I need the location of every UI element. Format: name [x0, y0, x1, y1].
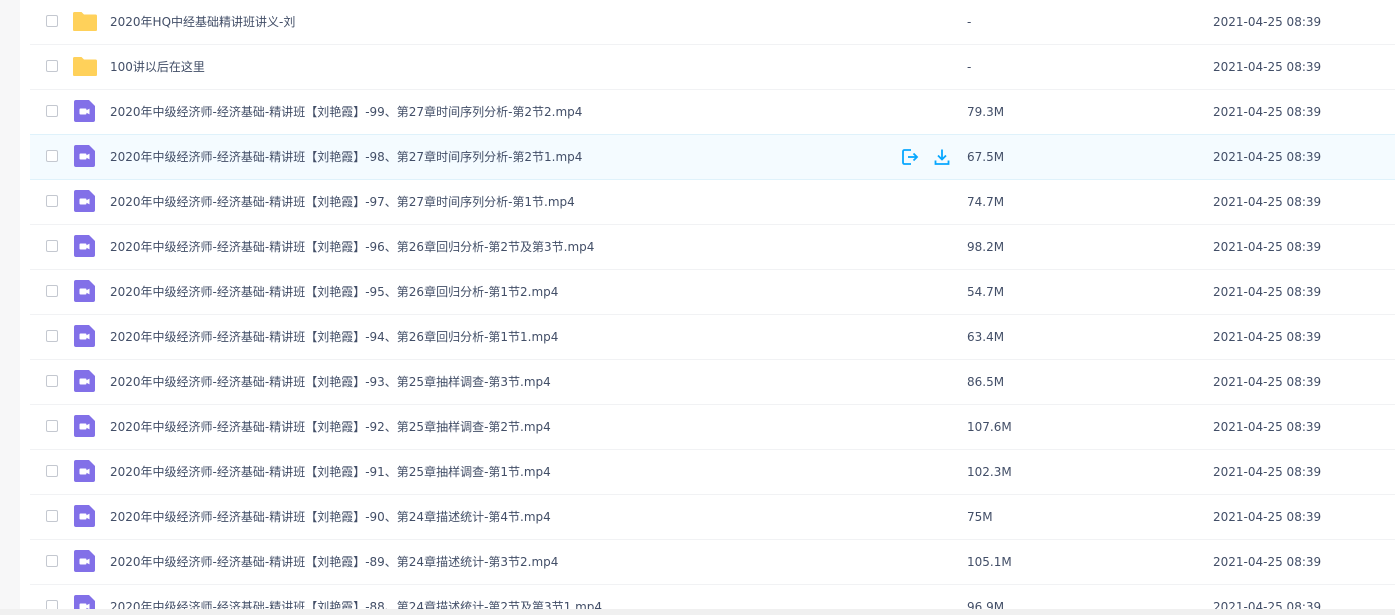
file-row[interactable]: 2020年中级经济师-经济基础-精讲班【刘艳霞】-92、第25章抽样调查-第2节… [30, 405, 1395, 450]
modified-date: 2021-04-25 08:39 [1213, 195, 1322, 209]
file-name-link[interactable]: 2020年中级经济师-经济基础-精讲班【刘艳霞】-94、第26章回归分析-第1节… [110, 315, 558, 359]
modified-date: 2021-04-25 08:39 [1213, 285, 1322, 299]
horizontal-scrollbar[interactable] [0, 609, 1395, 615]
modified-date: 2021-04-25 08:39 [1213, 60, 1322, 74]
file-name-link[interactable]: 2020年中级经济师-经济基础-精讲班【刘艳霞】-89、第24章描述统计-第3节… [110, 540, 558, 584]
row-checkbox[interactable] [46, 375, 58, 387]
file-name-link[interactable]: 2020年中级经济师-经济基础-精讲班【刘艳霞】-90、第24章描述统计-第4节… [110, 495, 551, 539]
file-row[interactable]: 2020年HQ中经基础精讲班讲义-刘 - 2021-04-25 08:39 [30, 0, 1395, 45]
modified-date: 2021-04-25 08:39 [1213, 375, 1322, 389]
file-row[interactable]: 2020年中级经济师-经济基础-精讲班【刘艳霞】-90、第24章描述统计-第4节… [30, 495, 1395, 540]
file-row[interactable]: 2020年中级经济师-经济基础-精讲班【刘艳霞】-94、第26章回归分析-第1节… [30, 315, 1395, 360]
modified-date: 2021-04-25 08:39 [1213, 420, 1322, 434]
video-file-icon [72, 324, 98, 348]
row-checkbox[interactable] [46, 510, 58, 522]
modified-date: 2021-04-25 08:39 [1213, 105, 1322, 119]
file-name-link[interactable]: 2020年中级经济师-经济基础-精讲班【刘艳霞】-95、第26章回归分析-第1节… [110, 270, 558, 314]
video-file-icon [72, 279, 98, 303]
file-name-link[interactable]: 2020年中级经济师-经济基础-精讲班【刘艳霞】-98、第27章时间序列分析-第… [110, 135, 582, 179]
video-file-icon [72, 189, 98, 213]
modified-date: 2021-04-25 08:39 [1213, 465, 1322, 479]
file-name-link[interactable]: 2020年HQ中经基础精讲班讲义-刘 [110, 0, 295, 44]
row-checkbox[interactable] [46, 60, 58, 72]
file-row[interactable]: 2020年中级经济师-经济基础-精讲班【刘艳霞】-96、第26章回归分析-第2节… [30, 225, 1395, 270]
video-file-icon [72, 504, 98, 528]
modified-date: 2021-04-25 08:39 [1213, 150, 1322, 164]
row-checkbox[interactable] [46, 15, 58, 27]
file-row[interactable]: 2020年中级经济师-经济基础-精讲班【刘艳霞】-98、第27章时间序列分析-第… [30, 134, 1395, 180]
file-size: 86.5M [967, 375, 1005, 389]
file-row[interactable]: 2020年中级经济师-经济基础-精讲班【刘艳霞】-93、第25章抽样调查-第3节… [30, 360, 1395, 405]
modified-date: 2021-04-25 08:39 [1213, 510, 1322, 524]
file-name-link[interactable]: 2020年中级经济师-经济基础-精讲班【刘艳霞】-99、第27章时间序列分析-第… [110, 90, 582, 134]
folder-icon [72, 9, 98, 33]
file-size: 74.7M [967, 195, 1005, 209]
file-row[interactable]: 2020年中级经济师-经济基础-精讲班【刘艳霞】-97、第27章时间序列分析-第… [30, 180, 1395, 225]
video-file-icon [72, 459, 98, 483]
file-size: 54.7M [967, 285, 1005, 299]
file-row[interactable]: 2020年中级经济师-经济基础-精讲班【刘艳霞】-95、第26章回归分析-第1节… [30, 270, 1395, 315]
row-actions [898, 147, 958, 167]
video-file-icon [72, 369, 98, 393]
file-name-link[interactable]: 2020年中级经济师-经济基础-精讲班【刘艳霞】-96、第26章回归分析-第2节… [110, 225, 594, 269]
modified-date: 2021-04-25 08:39 [1213, 330, 1322, 344]
file-size: 105.1M [967, 555, 1012, 569]
file-name-link[interactable]: 100讲以后在这里 [110, 45, 205, 89]
download-icon[interactable] [932, 147, 952, 167]
file-name-link[interactable]: 2020年中级经济师-经济基础-精讲班【刘艳霞】-91、第25章抽样调查-第1节… [110, 450, 551, 494]
row-checkbox[interactable] [46, 150, 58, 162]
modified-date: 2021-04-25 08:39 [1213, 15, 1322, 29]
modified-date: 2021-04-25 08:39 [1213, 240, 1322, 254]
row-checkbox[interactable] [46, 105, 58, 117]
file-size: 67.5M [967, 150, 1005, 164]
file-row[interactable]: 2020年中级经济师-经济基础-精讲班【刘艳霞】-99、第27章时间序列分析-第… [30, 90, 1395, 135]
file-list-panel: 2020年HQ中经基础精讲班讲义-刘 -2021-04-25 08:39 100讲以… [20, 0, 1395, 615]
folder-icon [72, 54, 98, 78]
file-size: - [967, 15, 972, 29]
video-file-icon [72, 234, 98, 258]
file-size: 107.6M [967, 420, 1012, 434]
video-file-icon [72, 99, 98, 123]
row-checkbox[interactable] [46, 285, 58, 297]
file-row[interactable]: 100讲以后在这里 - 2021-04-25 08:39 [30, 45, 1395, 90]
file-size: 75M [967, 510, 993, 524]
row-checkbox[interactable] [46, 240, 58, 252]
video-file-icon [72, 549, 98, 573]
file-size: 102.3M [967, 465, 1012, 479]
file-row[interactable]: 2020年中级经济师-经济基础-精讲班【刘艳霞】-91、第25章抽样调查-第1节… [30, 450, 1395, 495]
file-row[interactable]: 2020年中级经济师-经济基础-精讲班【刘艳霞】-89、第24章描述统计-第3节… [30, 540, 1395, 585]
file-list: 2020年HQ中经基础精讲班讲义-刘 -2021-04-25 08:39 100讲以… [30, 0, 1395, 615]
video-file-icon [72, 414, 98, 438]
modified-date: 2021-04-25 08:39 [1213, 555, 1322, 569]
file-size: 79.3M [967, 105, 1005, 119]
row-checkbox[interactable] [46, 555, 58, 567]
file-size: - [967, 60, 972, 74]
row-checkbox[interactable] [46, 195, 58, 207]
share-icon[interactable] [900, 147, 920, 167]
file-name-link[interactable]: 2020年中级经济师-经济基础-精讲班【刘艳霞】-97、第27章时间序列分析-第… [110, 180, 575, 224]
file-size: 98.2M [967, 240, 1005, 254]
row-checkbox[interactable] [46, 330, 58, 342]
video-file-icon [72, 144, 98, 168]
row-checkbox[interactable] [46, 420, 58, 432]
row-checkbox[interactable] [46, 465, 58, 477]
file-name-link[interactable]: 2020年中级经济师-经济基础-精讲班【刘艳霞】-93、第25章抽样调查-第3节… [110, 360, 551, 404]
file-size: 63.4M [967, 330, 1005, 344]
file-name-link[interactable]: 2020年中级经济师-经济基础-精讲班【刘艳霞】-92、第25章抽样调查-第2节… [110, 405, 551, 449]
